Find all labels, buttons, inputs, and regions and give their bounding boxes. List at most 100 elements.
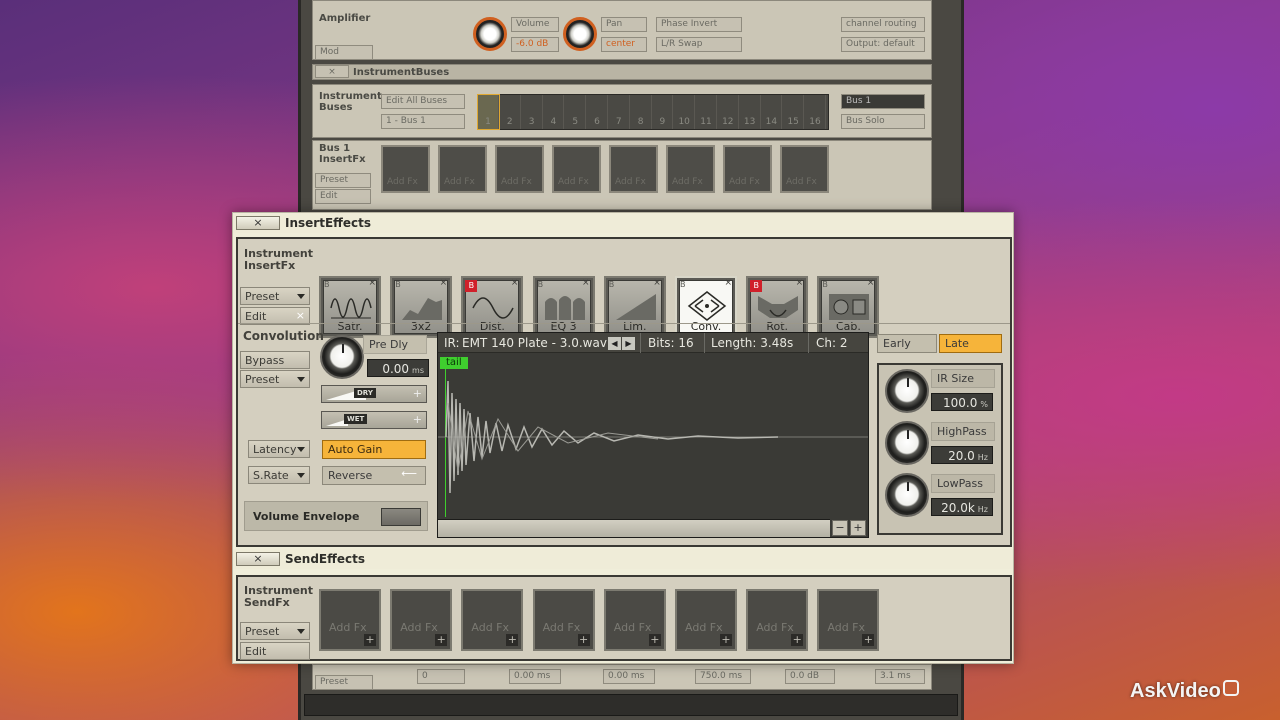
auto-gain-toggle[interactable]: Auto Gain <box>322 440 426 459</box>
send-slot[interactable]: Add Fx + <box>675 589 737 651</box>
send-slot[interactable]: Add Fx + <box>746 589 809 651</box>
highpass-knob[interactable] <box>885 421 929 465</box>
volume-knob[interactable] <box>473 17 507 51</box>
bus-name-field[interactable]: Bus 1 <box>841 94 925 109</box>
remove-slot-icon[interactable]: × <box>796 278 804 288</box>
dry-slider[interactable]: DRY + <box>321 385 427 403</box>
bus-number-5[interactable]: 5 <box>565 95 587 129</box>
bus-number-4[interactable]: 4 <box>543 95 565 129</box>
add-fx-plus-icon[interactable]: + <box>506 634 519 646</box>
pre-delay-knob[interactable] <box>320 335 364 379</box>
ir-size-value[interactable]: 100.0% <box>931 393 993 411</box>
insert-effects-close-button[interactable]: × <box>236 216 280 230</box>
ir-size-knob[interactable] <box>885 369 929 413</box>
bus-number-3[interactable]: 3 <box>522 95 543 129</box>
bus-insert-slot[interactable]: Add Fx <box>609 145 658 193</box>
bus-insert-slot[interactable]: Add Fx <box>552 145 601 193</box>
volume-envelope-toggle[interactable] <box>381 508 421 526</box>
late-tab[interactable]: Late <box>939 334 1002 353</box>
bus-number-9[interactable]: 9 <box>652 95 674 129</box>
bottom-value-5[interactable]: 0.0 dB <box>785 669 835 684</box>
insert-slot-dist[interactable]: B × Dist. <box>461 276 524 338</box>
instrument-buses-close-button[interactable]: × <box>315 65 349 78</box>
lowpass-value[interactable]: 20.0k Hz <box>931 498 993 516</box>
remove-slot-icon[interactable]: × <box>440 278 448 288</box>
wet-slider[interactable]: WET + <box>321 411 427 429</box>
pan-knob[interactable] <box>563 17 597 51</box>
volume-value[interactable]: -6.0 dB <box>511 37 559 52</box>
add-fx-plus-icon[interactable]: + <box>720 634 732 646</box>
remove-slot-icon[interactable]: × <box>867 278 875 288</box>
convolution-preset-dropdown[interactable]: Preset <box>240 370 310 388</box>
bus-preset-dropdown[interactable]: Preset <box>315 173 371 188</box>
ir-file-name[interactable]: EMT 140 Plate - 3.0.wav <box>462 336 607 350</box>
insert-preset-dropdown[interactable]: Preset <box>240 287 310 305</box>
insert-slot-cab[interactable]: B × Cab. <box>817 276 880 338</box>
lr-swap-button[interactable]: L/R Swap <box>656 37 742 52</box>
insert-slot-satr[interactable]: B × Satr. <box>319 276 381 338</box>
highpass-value[interactable]: 20.0 Hz <box>931 446 993 464</box>
lowpass-knob[interactable] <box>885 473 929 517</box>
send-preset-dropdown[interactable]: Preset <box>240 622 310 640</box>
bus-insert-slot[interactable]: Add Fx <box>666 145 715 193</box>
add-fx-plus-icon[interactable]: + <box>577 634 590 646</box>
convolution-bypass-button[interactable]: Bypass <box>240 351 310 369</box>
ir-waveform-display[interactable]: IR: EMT 140 Plate - 3.0.wav ◀ ▶ Bits: 16… <box>437 332 869 538</box>
bus-number-12[interactable]: 12 <box>718 95 739 129</box>
send-slot[interactable]: Add Fx + <box>603 589 666 651</box>
bus-number-1[interactable]: 1 <box>477 94 500 130</box>
background-scrollbar[interactable] <box>304 694 958 716</box>
bus-insert-slot[interactable]: Add Fx <box>780 145 829 193</box>
pre-delay-value[interactable]: 0.00 ms <box>367 359 429 377</box>
output-dropdown[interactable]: Output: default <box>841 37 925 52</box>
insert-slot-conv[interactable]: B × Conv. <box>675 276 737 338</box>
edit-all-buses-button[interactable]: Edit All Buses <box>381 94 465 109</box>
latency-dropdown[interactable]: Latency <box>248 440 310 458</box>
bus-insert-slot[interactable]: Add Fx <box>723 145 772 193</box>
reverse-toggle[interactable]: Reverse ⟵ <box>322 466 426 485</box>
remove-slot-icon[interactable]: × <box>582 278 590 288</box>
srate-dropdown[interactable]: S.Rate <box>248 466 310 484</box>
bottom-preset-dropdown[interactable]: Preset <box>315 675 373 690</box>
bus-solo-button[interactable]: Bus Solo <box>841 114 925 129</box>
pan-value[interactable]: center <box>601 37 647 52</box>
bus-selector-grid[interactable]: 1 2 3 4 5 6 7 8 9 10 11 12 13 14 15 16 <box>477 94 829 130</box>
bus-number-14[interactable]: 14 <box>761 95 783 129</box>
bus-insert-slot[interactable]: Add Fx <box>381 145 430 193</box>
send-effects-close-button[interactable]: × <box>236 552 280 566</box>
early-tab[interactable]: Early <box>877 334 937 353</box>
bus-number-13[interactable]: 13 <box>740 95 761 129</box>
bus-number-10[interactable]: 10 <box>674 95 696 129</box>
bus-number-6[interactable]: 6 <box>587 95 608 129</box>
insert-slot-3x2[interactable]: B × 3x2 <box>390 276 453 338</box>
bus-number-16[interactable]: 16 <box>805 95 826 129</box>
send-slot[interactable]: Add Fx + <box>532 589 595 651</box>
bottom-value-6[interactable]: 3.1 ms <box>875 669 925 684</box>
channel-routing-button[interactable]: channel routing <box>841 17 925 32</box>
bus-select-dropdown[interactable]: 1 - Bus 1 <box>381 114 465 129</box>
bus-number-7[interactable]: 7 <box>609 95 630 129</box>
send-edit-button[interactable]: Edit <box>240 642 310 660</box>
bus-insert-slot[interactable]: Add Fx <box>438 145 487 193</box>
remove-slot-icon[interactable]: × <box>511 278 519 288</box>
send-slot[interactable]: Add Fx + <box>461 589 524 651</box>
ir-prev-icon[interactable]: ◀ <box>608 337 621 350</box>
send-slot[interactable]: Add Fx + <box>319 589 381 651</box>
insert-slot-lim[interactable]: B × Lim. <box>603 276 666 338</box>
add-fx-plus-icon[interactable]: + <box>364 634 376 646</box>
bottom-value-1[interactable]: 0 <box>417 669 465 684</box>
bottom-value-4[interactable]: 750.0 ms <box>695 669 751 684</box>
remove-slot-icon[interactable]: × <box>653 278 661 288</box>
remove-slot-icon[interactable]: × <box>724 278 732 288</box>
bus-number-15[interactable]: 15 <box>783 95 805 129</box>
add-fx-plus-icon[interactable]: + <box>862 634 875 646</box>
insert-slot-eq3[interactable]: B × EQ 3 <box>532 276 595 338</box>
add-fx-plus-icon[interactable]: + <box>791 634 804 646</box>
bottom-value-3[interactable]: 0.00 ms <box>603 669 655 684</box>
zoom-in-button[interactable]: + <box>850 520 866 536</box>
mod-tab[interactable]: Mod <box>315 45 373 60</box>
bus-number-8[interactable]: 8 <box>631 95 652 129</box>
send-slot[interactable]: Add Fx + <box>390 589 453 651</box>
send-slot[interactable]: Add Fx + <box>817 589 880 651</box>
phase-invert-button[interactable]: Phase Invert <box>656 17 742 32</box>
